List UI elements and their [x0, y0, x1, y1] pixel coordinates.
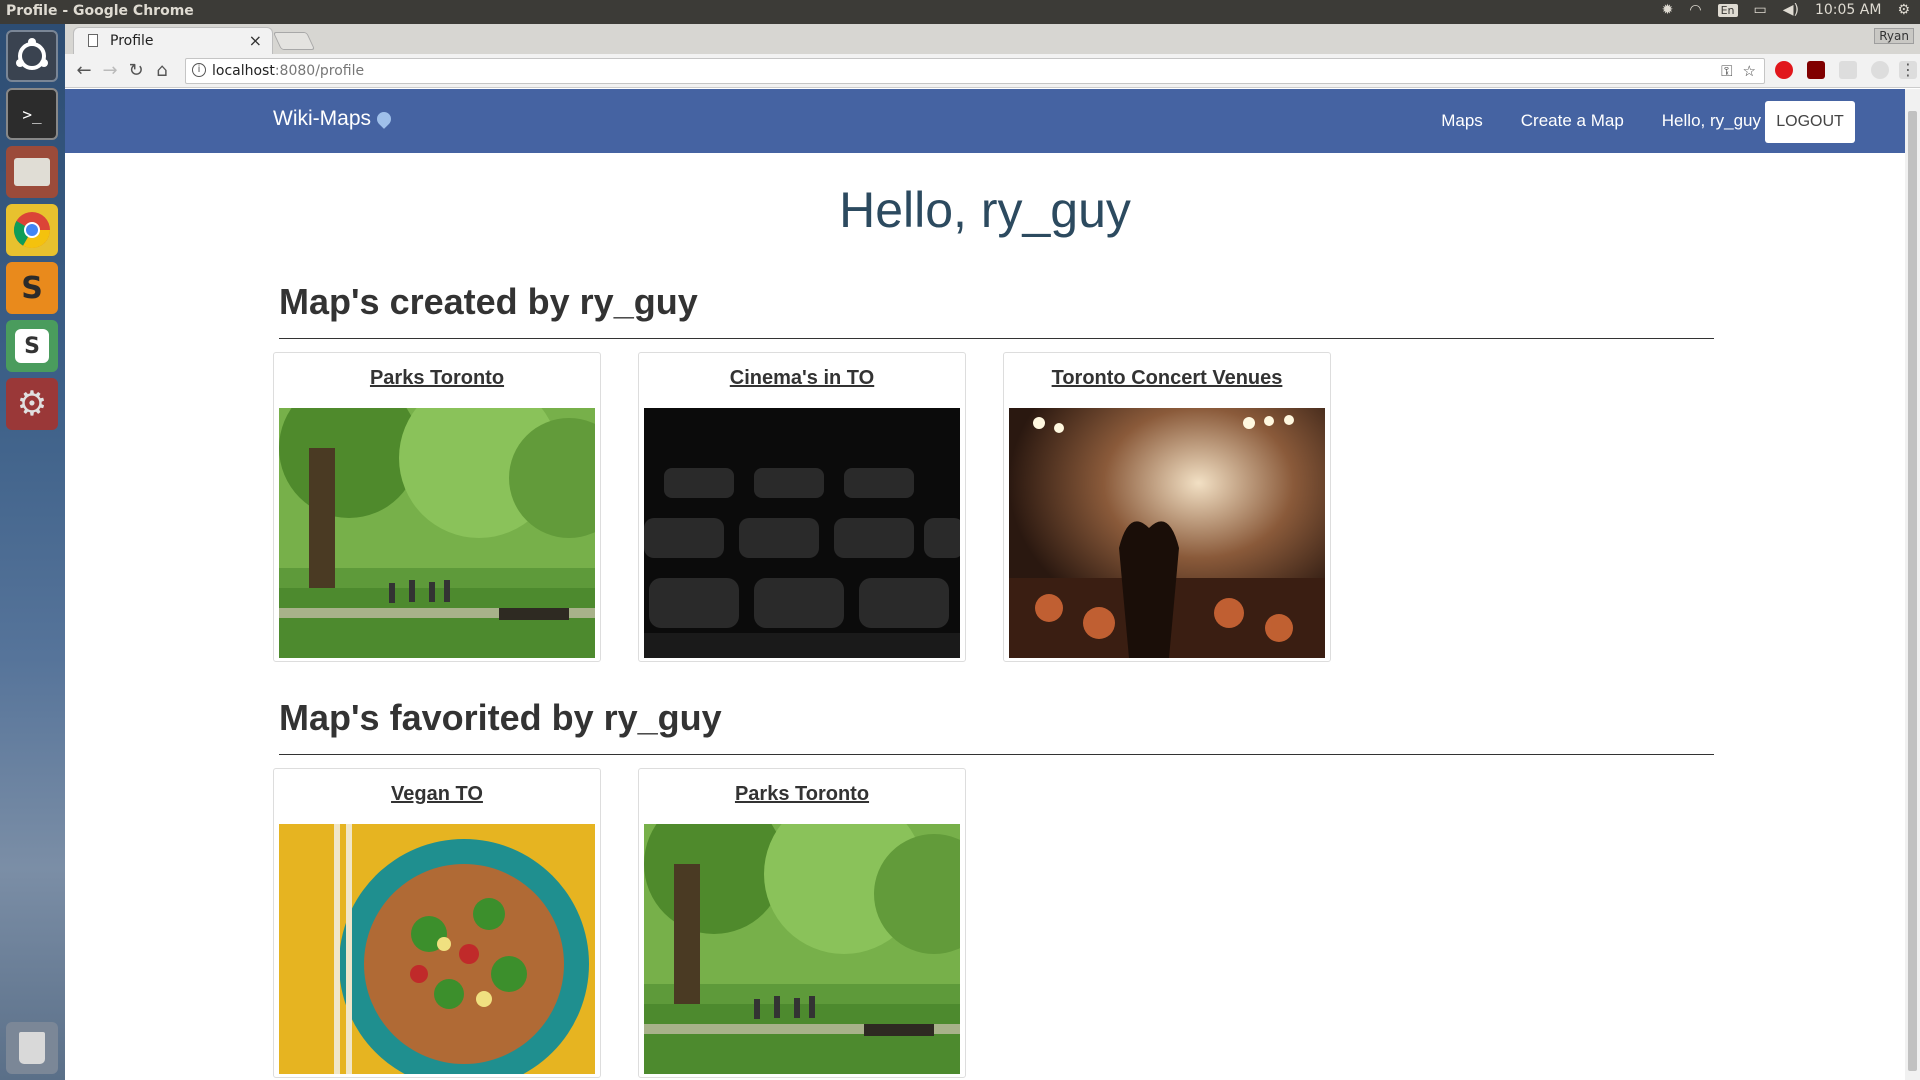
extension-icon[interactable]: [1871, 61, 1889, 79]
map-card: Parks Toronto: [638, 768, 966, 1078]
trash-icon[interactable]: [6, 1022, 58, 1074]
nav-create-map[interactable]: Create a Map: [1521, 111, 1624, 131]
omnibox-actions: ⚿ ☆: [1721, 62, 1756, 80]
brand-text: Wiki-Maps: [273, 107, 371, 130]
map-card: Parks Toronto: [273, 352, 601, 662]
url-text: localhost:8080/profile: [212, 63, 364, 79]
back-icon[interactable]: ←: [73, 60, 95, 81]
opera-extension-icon[interactable]: [1775, 61, 1793, 79]
divider: [279, 338, 1714, 339]
launcher: >_ S S ⚙: [0, 24, 65, 1080]
menu-icon[interactable]: ⋮: [1897, 60, 1919, 79]
divider: [279, 754, 1714, 755]
reload-icon[interactable]: ↻: [125, 60, 147, 81]
park-image[interactable]: [644, 824, 960, 1074]
key-icon[interactable]: ⚿: [1721, 62, 1732, 80]
park-image[interactable]: [279, 408, 595, 658]
page-title: Hello, ry_guy: [839, 182, 1131, 238]
volume-icon[interactable]: ◀): [1783, 2, 1799, 18]
map-card: Vegan TO: [273, 768, 601, 1078]
terminal-icon[interactable]: >_: [6, 88, 58, 140]
map-card-title[interactable]: Toronto Concert Venues: [1004, 367, 1330, 390]
url-host: localhost: [212, 63, 275, 79]
nav-hello-user[interactable]: Hello, ry_guy: [1662, 111, 1761, 131]
tab-strip: Profile × Ryan: [65, 24, 1920, 54]
food-image[interactable]: [279, 824, 595, 1074]
gear-icon[interactable]: ✹: [1662, 2, 1674, 18]
site-navbar: Wiki-Maps Maps Create a Map Hello, ry_gu…: [65, 89, 1905, 153]
wifi-icon[interactable]: ◠: [1689, 2, 1701, 18]
map-card: Cinema's in TO: [638, 352, 966, 662]
scrollbar[interactable]: [1905, 89, 1920, 1080]
map-card-title[interactable]: Parks Toronto: [274, 367, 600, 390]
power-icon[interactable]: ⚙: [1897, 2, 1910, 18]
map-card-title[interactable]: Vegan TO: [274, 783, 600, 806]
created-maps-heading: Map's created by ry_guy: [279, 281, 698, 322]
os-top-bar: Profile - Google Chrome ✹ ◠ En ▭ ◀) 10:0…: [0, 0, 1920, 24]
clock[interactable]: 10:05 AM: [1815, 2, 1881, 18]
nav-maps[interactable]: Maps: [1441, 111, 1483, 131]
map-card: Toronto Concert Venues: [1003, 352, 1331, 662]
profile-chip[interactable]: Ryan: [1874, 28, 1914, 44]
tab-label: Profile: [110, 33, 154, 49]
system-tray: ✹ ◠ En ▭ ◀) 10:05 AM ⚙: [1662, 2, 1910, 18]
address-bar[interactable]: i localhost:8080/profile ⚿ ☆: [185, 58, 1765, 84]
nav-links: Maps Create a Map Hello, ry_guy: [1441, 89, 1761, 153]
brand-logo[interactable]: Wiki-Maps: [273, 107, 394, 131]
map-card-title[interactable]: Cinema's in TO: [639, 367, 965, 390]
slack-icon[interactable]: S: [6, 320, 58, 372]
tab-profile[interactable]: Profile ×: [73, 27, 273, 54]
logout-button[interactable]: LOGOUT: [1765, 101, 1855, 143]
browser-toolbar: ← → ↻ ⌂ i localhost:8080/profile ⚿ ☆ ⋮: [65, 54, 1920, 88]
ubuntu-icon[interactable]: [6, 30, 58, 82]
window-title: Profile - Google Chrome: [6, 3, 194, 19]
star-icon[interactable]: ☆: [1743, 62, 1756, 80]
battery-icon[interactable]: ▭: [1754, 2, 1767, 18]
files-icon[interactable]: [6, 146, 58, 198]
forward-icon[interactable]: →: [99, 60, 121, 81]
concert-image[interactable]: [1009, 408, 1325, 658]
info-icon[interactable]: i: [192, 63, 206, 77]
scrollbar-thumb[interactable]: [1908, 111, 1917, 1071]
chrome-icon[interactable]: [6, 204, 58, 256]
close-icon[interactable]: ×: [249, 31, 262, 50]
favorited-maps-heading: Map's favorited by ry_guy: [279, 697, 722, 738]
home-icon[interactable]: ⌂: [151, 60, 173, 81]
keyboard-layout-badge[interactable]: En: [1717, 3, 1738, 17]
new-tab-button[interactable]: [272, 32, 316, 50]
settings-icon[interactable]: ⚙: [6, 378, 58, 430]
cinema-image[interactable]: [644, 408, 960, 658]
extension-icon[interactable]: [1839, 61, 1857, 79]
sublime-icon[interactable]: S: [6, 262, 58, 314]
page-icon: [88, 34, 98, 47]
map-pin-icon: [374, 109, 394, 129]
url-path: :8080/profile: [274, 63, 365, 79]
page-viewport: Wiki-Maps Maps Create a Map Hello, ry_gu…: [65, 89, 1905, 1080]
map-card-title[interactable]: Parks Toronto: [639, 783, 965, 806]
ublock-extension-icon[interactable]: [1807, 61, 1825, 79]
